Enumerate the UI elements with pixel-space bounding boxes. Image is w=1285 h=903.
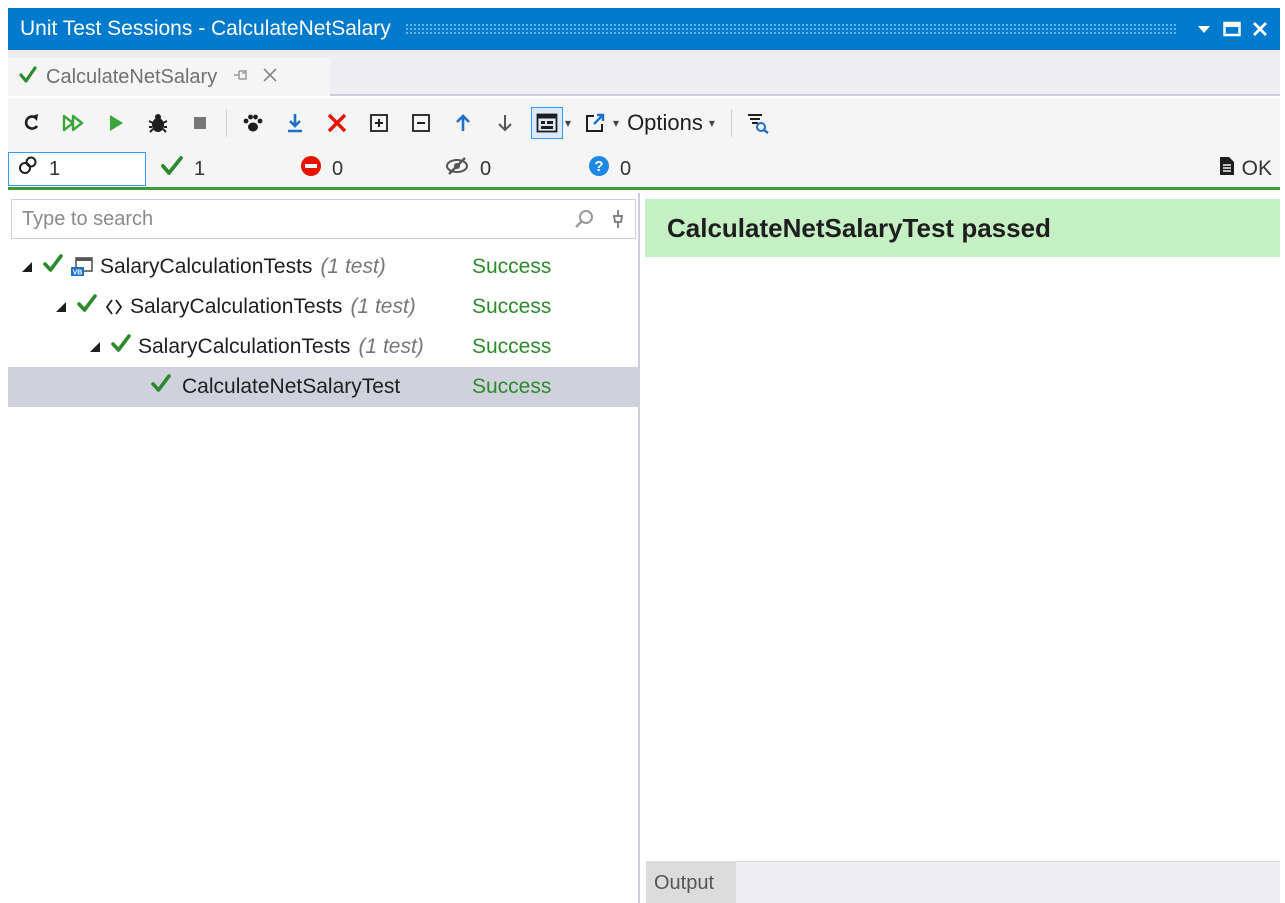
- toolbar-separator: [226, 109, 227, 137]
- title-grip[interactable]: [404, 23, 1176, 35]
- expanded-arrow-icon[interactable]: [86, 341, 104, 353]
- tab-label: CalculateNetSalary: [46, 65, 218, 88]
- window-title: Unit Test Sessions - CalculateNetSalary: [20, 17, 391, 40]
- debug-icon[interactable]: [142, 107, 174, 139]
- stop-icon[interactable]: [184, 107, 216, 139]
- track-running-test-icon[interactable]: [237, 107, 269, 139]
- passed-count: 1: [194, 157, 206, 180]
- tree-item-status: Success: [472, 255, 552, 278]
- ignored-filter[interactable]: 0: [444, 152, 491, 186]
- svg-text:VB: VB: [73, 270, 83, 277]
- tree-item-name: SalaryCalculationTests: [130, 295, 343, 318]
- tree-item-class[interactable]: SalaryCalculationTests (1 test) Success: [8, 327, 640, 367]
- expanded-arrow-icon[interactable]: [18, 261, 36, 273]
- export-dropdown-icon[interactable]: ▾: [613, 116, 619, 130]
- tab-calculate-net-salary[interactable]: CalculateNetSalary: [8, 58, 330, 96]
- output-tab-strip: Output: [646, 861, 1280, 903]
- tree-item-name: CalculateNetSalaryTest: [182, 375, 401, 398]
- total-tests-icon: [17, 155, 39, 183]
- pin-tab-icon[interactable]: [233, 68, 249, 87]
- passed-check-icon: [160, 155, 184, 183]
- tree-item-status: Success: [472, 335, 552, 358]
- export-icon[interactable]: [579, 107, 611, 139]
- tree-item-namespace[interactable]: SalaryCalculationTests (1 test) Success: [8, 287, 640, 327]
- output-status-label: OK: [1241, 157, 1272, 180]
- run-all-icon[interactable]: [58, 107, 90, 139]
- options-menu[interactable]: Options: [627, 110, 703, 136]
- failed-count: 0: [332, 157, 344, 180]
- filter-icon[interactable]: [742, 107, 774, 139]
- ignored-count: 0: [480, 157, 492, 180]
- failed-icon: [300, 155, 322, 183]
- close-tab-icon[interactable]: [263, 67, 277, 87]
- search-box: [11, 199, 636, 239]
- output-status[interactable]: OK: [1218, 152, 1272, 186]
- collapse-all-icon[interactable]: [405, 107, 437, 139]
- namespace-icon: [104, 297, 124, 317]
- rerun-icon[interactable]: [16, 107, 48, 139]
- layout-icon[interactable]: [531, 107, 563, 139]
- remove-icon[interactable]: [321, 107, 353, 139]
- tree-item-status: Success: [472, 375, 552, 398]
- search-input[interactable]: [22, 207, 552, 231]
- passed-check-icon: [110, 333, 132, 361]
- maximize-icon[interactable]: [1218, 8, 1246, 50]
- run-icon[interactable]: [100, 107, 132, 139]
- test-status-counters: 1 1 0 0 ? 0 OK: [8, 148, 1280, 190]
- import-icon[interactable]: [279, 107, 311, 139]
- failed-filter[interactable]: 0: [300, 152, 343, 186]
- search-icon[interactable]: [573, 208, 595, 235]
- unit-test-toolbar: ▾ ▾ Options ▾: [8, 98, 1280, 148]
- total-count: 1: [49, 157, 61, 180]
- passed-filter[interactable]: 1: [160, 152, 205, 186]
- next-icon[interactable]: [489, 107, 521, 139]
- passed-check-icon: [42, 253, 64, 281]
- tree-item-project[interactable]: VB SalaryCalculationTests (1 test) Succe…: [8, 247, 640, 287]
- passed-check-icon: [18, 65, 38, 90]
- document-icon: [1218, 156, 1236, 182]
- previous-icon[interactable]: [447, 107, 479, 139]
- tab-output[interactable]: Output: [646, 862, 736, 903]
- close-icon[interactable]: [1246, 8, 1274, 50]
- tree-item-name: SalaryCalculationTests: [100, 255, 313, 278]
- toolbar-separator: [730, 109, 732, 137]
- expand-all-icon[interactable]: [363, 107, 395, 139]
- passed-check-icon: [76, 293, 98, 321]
- pin-search-icon[interactable]: [611, 208, 625, 235]
- vb-project-icon: VB: [70, 256, 94, 278]
- test-tree-pane: VB SalaryCalculationTests (1 test) Succe…: [8, 193, 640, 903]
- tree-item-name: SalaryCalculationTests: [138, 335, 351, 358]
- session-tab-strip: CalculateNetSalary: [8, 50, 1280, 96]
- test-result-pane: CalculateNetSalaryTest passed Output: [642, 193, 1280, 903]
- total-tests-filter[interactable]: 1: [8, 152, 146, 186]
- options-dropdown-icon[interactable]: ▾: [709, 116, 715, 130]
- tree-item-count: (1 test): [358, 335, 424, 358]
- window-title-bar: Unit Test Sessions - CalculateNetSalary: [8, 8, 1280, 50]
- ignored-icon: [444, 156, 470, 182]
- layout-dropdown-icon[interactable]: ▾: [565, 116, 571, 130]
- tree-item-test-method[interactable]: CalculateNetSalaryTest Success: [8, 367, 640, 407]
- inconclusive-filter[interactable]: ? 0: [588, 152, 631, 186]
- window-menu-dropdown-icon[interactable]: [1190, 8, 1218, 50]
- passed-check-icon: [150, 373, 172, 401]
- svg-text:?: ?: [594, 158, 603, 175]
- test-tree: VB SalaryCalculationTests (1 test) Succe…: [8, 247, 640, 407]
- inconclusive-count: 0: [620, 157, 632, 180]
- expanded-arrow-icon[interactable]: [52, 301, 70, 313]
- tree-item-count: (1 test): [320, 255, 386, 278]
- test-result-banner: CalculateNetSalaryTest passed: [645, 199, 1280, 257]
- inconclusive-icon: ?: [588, 155, 610, 183]
- tree-item-status: Success: [472, 295, 552, 318]
- tree-item-count: (1 test): [350, 295, 416, 318]
